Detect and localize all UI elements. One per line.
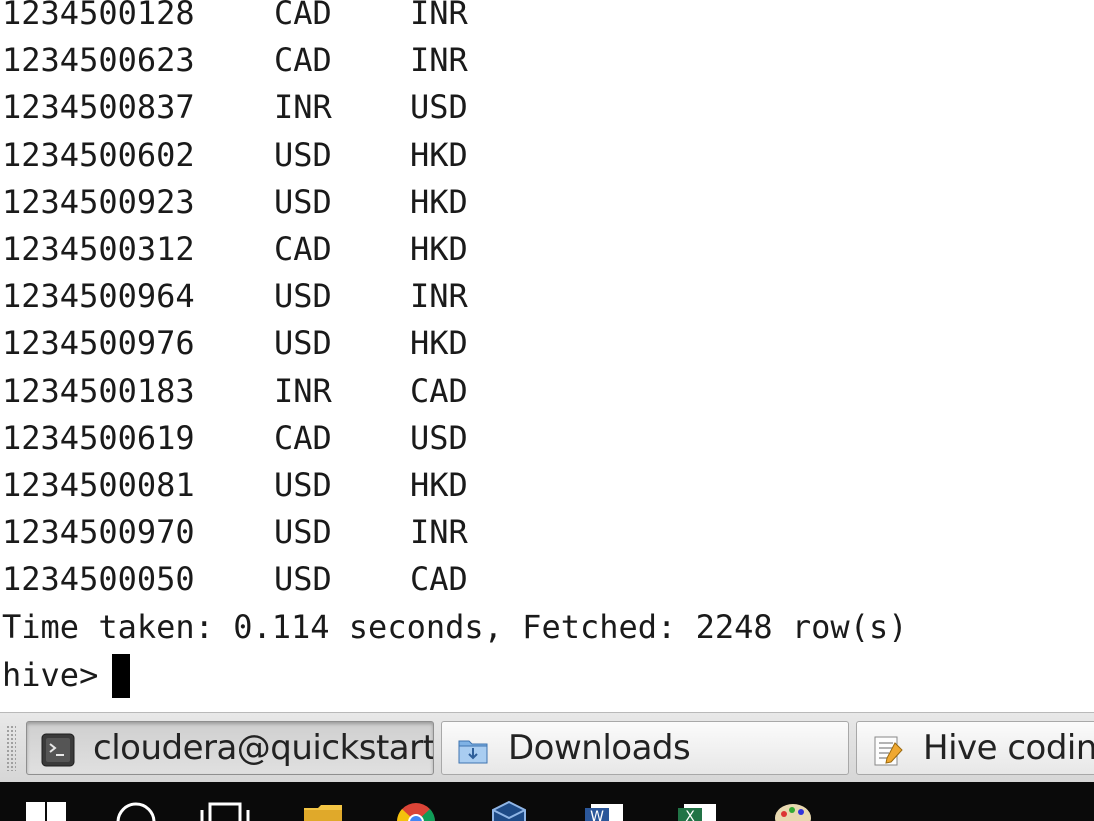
hive-prompt-line[interactable]: hive> [2, 652, 131, 699]
source-currency-cell: USD [274, 135, 332, 174]
record-id-cell: 1234500923 [2, 182, 195, 221]
record-id-cell: 1234500623 [2, 41, 195, 80]
target-currency-cell: INR [410, 513, 468, 552]
source-currency-cell: INR [274, 88, 332, 127]
task-button-hive-coding[interactable]: Hive coding.t [856, 721, 1094, 775]
task-label: Downloads [508, 728, 691, 768]
source-currency-cell: INR [274, 371, 332, 410]
window-list-panel: cloudera@quickstart:~ Downloads Hive cod… [0, 712, 1094, 783]
target-currency-cell: INR [410, 0, 468, 32]
windows-taskbar: W X [0, 782, 1094, 821]
terminal-output[interactable]: 1234500128 CAD INR 1234500623 CAD INR 12345008… [0, 0, 1094, 712]
target-currency-cell: USD [410, 418, 468, 457]
target-currency-cell: HKD [410, 182, 468, 221]
file-explorer-icon[interactable] [302, 804, 344, 821]
windows-start-icon[interactable] [26, 802, 66, 821]
source-currency-cell: CAD [274, 0, 332, 32]
word-icon[interactable]: W [585, 802, 625, 821]
record-id-cell: 1234500128 [2, 0, 195, 32]
target-currency-cell: USD [410, 88, 468, 127]
target-currency-cell: HKD [410, 324, 468, 363]
source-currency-cell: USD [274, 465, 332, 504]
task-button-terminal[interactable]: cloudera@quickstart:~ [26, 721, 434, 775]
task-view-icon[interactable] [200, 802, 250, 821]
target-currency-cell: CAD [410, 371, 468, 410]
svg-text:W: W [590, 809, 604, 821]
target-currency-cell: INR [410, 277, 468, 316]
svg-text:X: X [685, 809, 695, 821]
record-id-cell: 1234500976 [2, 324, 195, 363]
record-id-cell: 1234500312 [2, 229, 195, 268]
record-id-cell: 1234500081 [2, 465, 195, 504]
record-id-cell: 1234500970 [2, 513, 195, 552]
task-label: Hive coding.t [923, 728, 1094, 768]
hive-prompt: hive> [2, 656, 99, 694]
source-currency-cell: USD [274, 324, 332, 363]
text-cursor [112, 654, 131, 698]
source-currency-cell: USD [274, 513, 332, 552]
terminal-icon [41, 733, 75, 767]
folder-icon [456, 733, 490, 767]
panel-grip-handle[interactable] [6, 725, 16, 771]
record-id-cell: 1234500050 [2, 560, 195, 599]
paint-icon[interactable] [772, 800, 814, 821]
query-summary: Time taken: 0.114 seconds, Fetched: 2248… [2, 608, 908, 646]
source-currency-cell: CAD [274, 418, 332, 457]
target-currency-cell: HKD [410, 229, 468, 268]
record-id-cell: 1234500837 [2, 88, 195, 127]
target-currency-cell: HKD [410, 135, 468, 174]
virtualbox-icon[interactable] [490, 800, 528, 821]
text-editor-icon [871, 733, 905, 767]
excel-icon[interactable]: X [678, 802, 718, 821]
source-currency-cell: USD [274, 277, 332, 316]
source-currency-cell: USD [274, 560, 332, 599]
record-id-cell: 1234500619 [2, 418, 195, 457]
task-button-downloads[interactable]: Downloads [441, 721, 849, 775]
source-currency-cell: CAD [274, 41, 332, 80]
source-currency-cell: CAD [274, 229, 332, 268]
target-currency-cell: HKD [410, 465, 468, 504]
task-label: cloudera@quickstart:~ [93, 728, 433, 768]
target-currency-cell: CAD [410, 560, 468, 599]
search-icon[interactable] [114, 800, 158, 821]
chrome-icon[interactable] [396, 802, 436, 821]
record-id-cell: 1234500183 [2, 371, 195, 410]
source-currency-cell: USD [274, 182, 332, 221]
record-id-cell: 1234500964 [2, 277, 195, 316]
target-currency-cell: INR [410, 41, 468, 80]
record-id-cell: 1234500602 [2, 135, 195, 174]
